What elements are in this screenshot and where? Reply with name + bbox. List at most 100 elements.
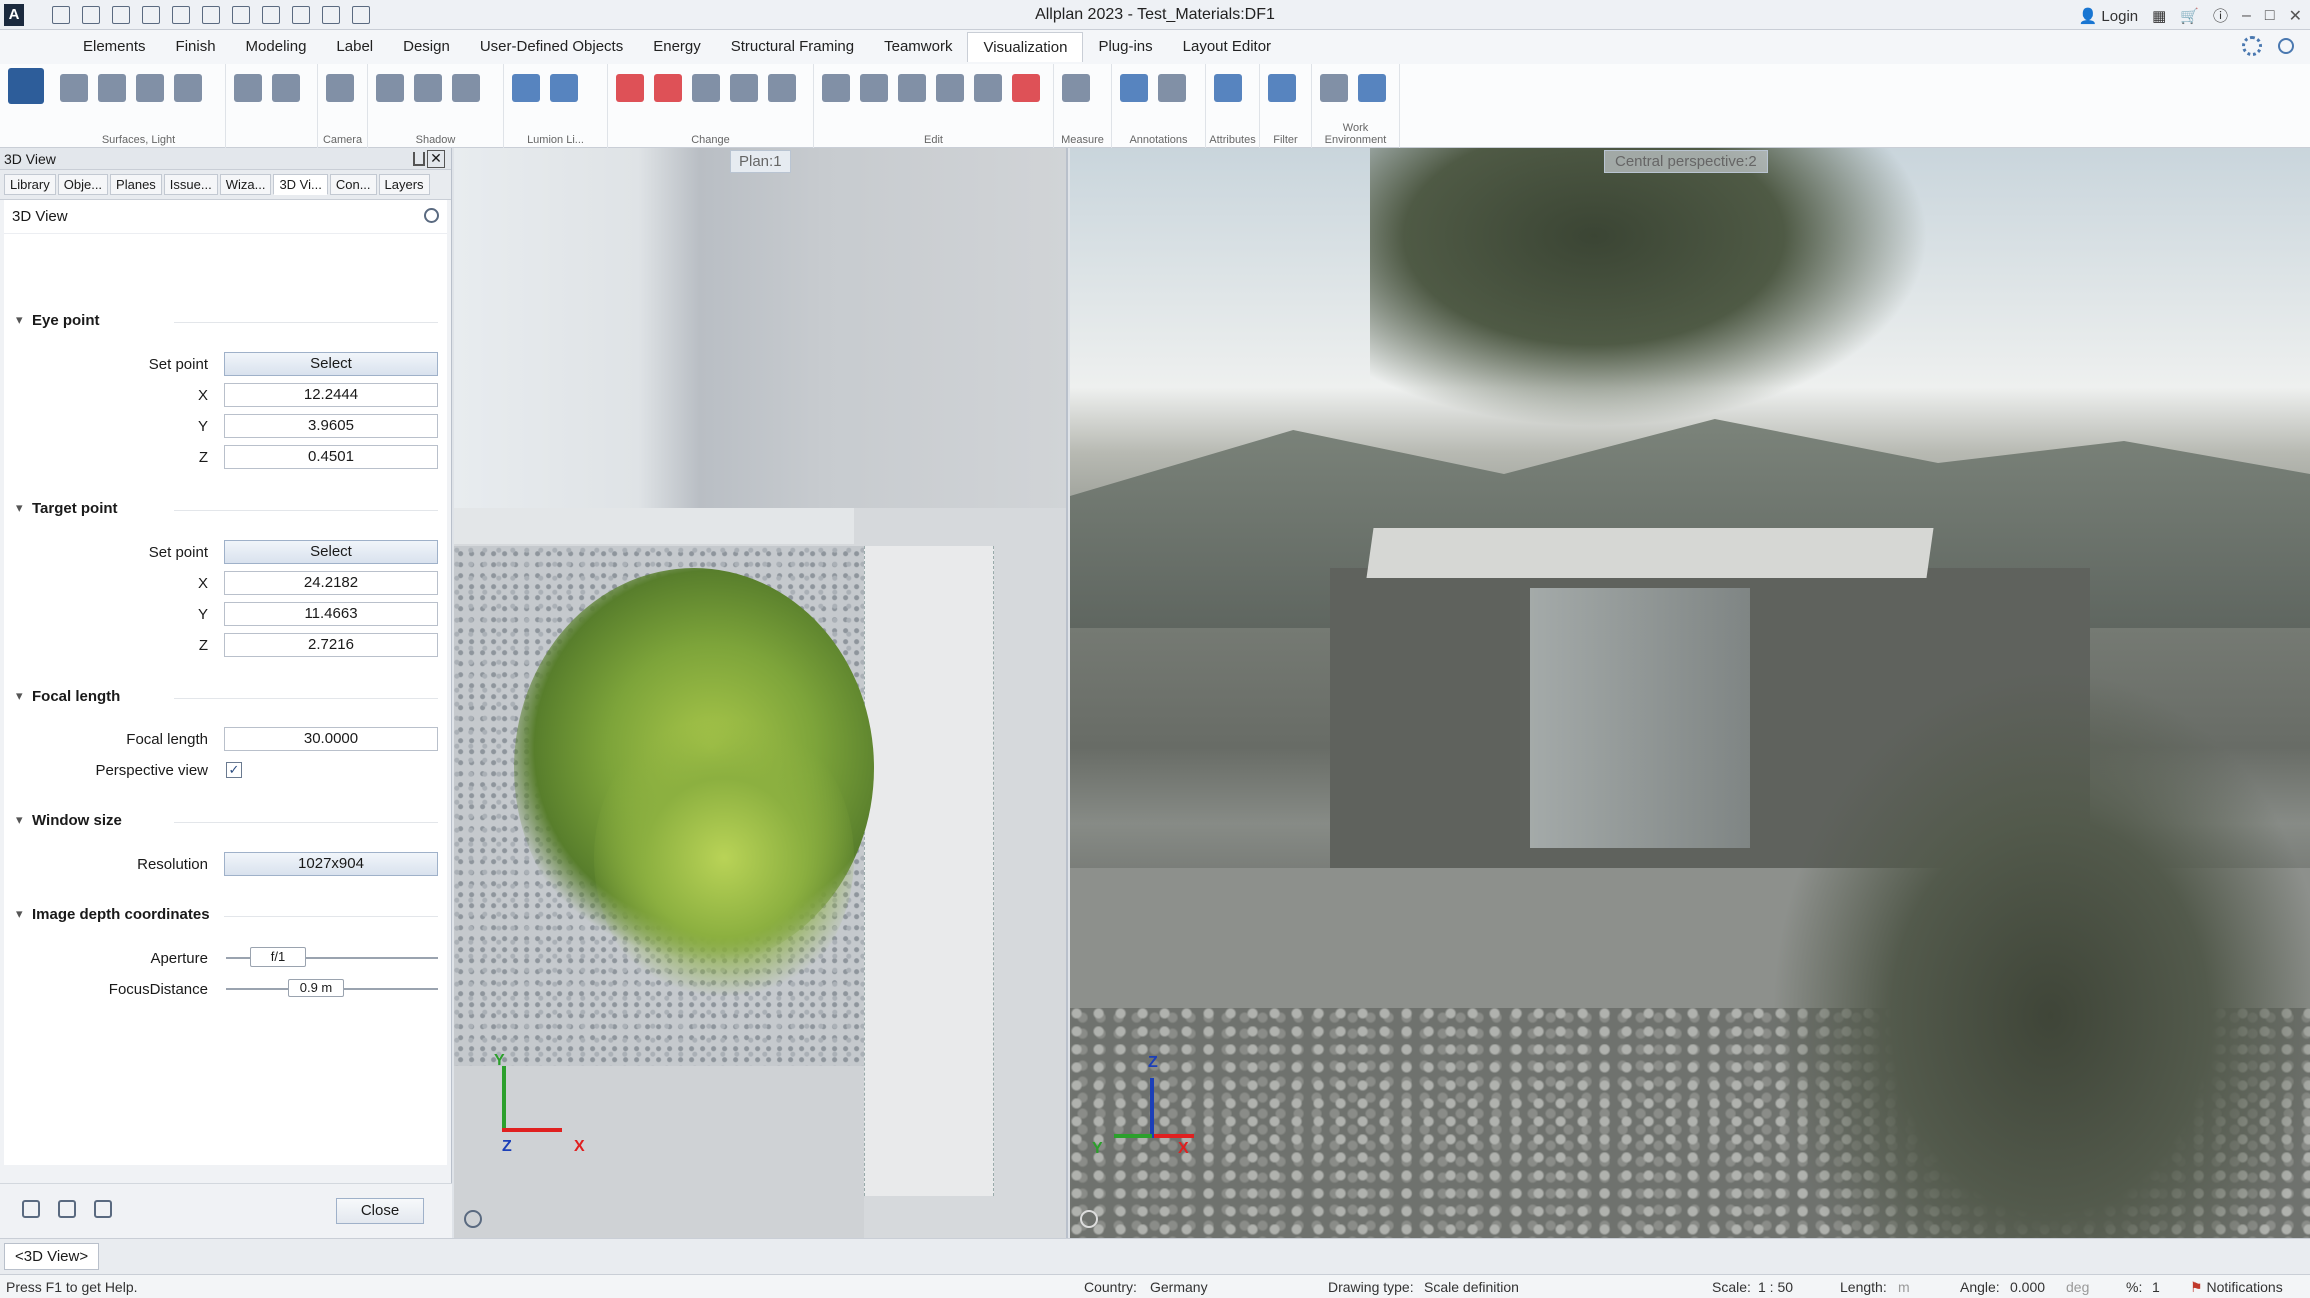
perspective-view-checkbox[interactable]: ✓ xyxy=(226,762,242,778)
perspective-viewport[interactable]: Central perspective:2 Z X Y xyxy=(1070,148,2310,1238)
persp-navigation-icon[interactable] xyxy=(1080,1210,1098,1228)
scale-icon[interactable] xyxy=(974,74,1002,102)
section-image-depth[interactable]: Image depth coordinates xyxy=(4,906,448,923)
light-icon[interactable] xyxy=(234,74,262,102)
tab-elements[interactable]: Elements xyxy=(68,32,161,62)
plan-viewport[interactable]: Plan:1 Z X Y xyxy=(454,148,1068,1238)
mirror-icon[interactable] xyxy=(936,74,964,102)
tab-label[interactable]: Label xyxy=(321,32,388,62)
eye-y-field[interactable]: 3.9605 xyxy=(224,414,438,438)
texture-icon[interactable] xyxy=(136,74,164,102)
focal-length-field[interactable]: 30.0000 xyxy=(224,727,438,751)
help-icon[interactable]: ⓘ xyxy=(2213,5,2228,26)
notifications-button[interactable]: ⚑ Notifications xyxy=(2190,1279,2283,1296)
layout-tab-3d-view[interactable]: <3D View> xyxy=(4,1243,100,1270)
minimize-button[interactable]: – xyxy=(2242,7,2251,25)
tab-teamwork[interactable]: Teamwork xyxy=(869,32,967,62)
tab-plug-ins[interactable]: Plug-ins xyxy=(1083,32,1167,62)
tab-structural-framing[interactable]: Structural Framing xyxy=(716,32,869,62)
eye-x-field[interactable]: 12.2444 xyxy=(224,383,438,407)
eye-select-button[interactable]: Select xyxy=(224,352,438,376)
status-angle-unit[interactable]: deg xyxy=(2066,1279,2089,1295)
status-percent[interactable]: 1 xyxy=(2152,1279,2160,1295)
tab-visualization[interactable]: Visualization xyxy=(967,32,1084,62)
status-angle[interactable]: 0.000 xyxy=(2010,1279,2045,1295)
tab-layout-editor[interactable]: Layout Editor xyxy=(1168,32,1286,62)
target-z-field[interactable]: 2.7216 xyxy=(224,633,438,657)
settings-gear-icon[interactable] xyxy=(2242,36,2262,56)
main-menu-button[interactable] xyxy=(6,68,46,128)
target-x-field[interactable]: 24.2182 xyxy=(224,571,438,595)
target-y-field[interactable]: 11.4663 xyxy=(224,602,438,626)
target-select-button[interactable]: Select xyxy=(224,540,438,564)
tab-planes[interactable]: Planes xyxy=(110,174,162,195)
ribbon-search-icon[interactable] xyxy=(2278,38,2294,54)
transfer-icon[interactable] xyxy=(58,1200,76,1218)
delete-icon[interactable] xyxy=(1012,74,1040,102)
eye-z-field[interactable]: 0.4501 xyxy=(224,445,438,469)
pin-icon[interactable] xyxy=(413,152,425,166)
stretch-icon[interactable] xyxy=(692,74,720,102)
tab-layers[interactable]: Layers xyxy=(378,174,430,195)
sunlight-icon[interactable] xyxy=(414,74,442,102)
shadow-icon[interactable] xyxy=(376,74,404,102)
split-icon[interactable] xyxy=(768,74,796,102)
grid-icon[interactable]: ▦ xyxy=(2152,7,2166,25)
login-link[interactable]: 👤 Login xyxy=(2079,7,2139,25)
workspace-icon[interactable] xyxy=(1320,74,1348,102)
aperture-slider-thumb[interactable]: f/1 xyxy=(250,947,306,967)
tab-modeling[interactable]: Modeling xyxy=(231,32,322,62)
attributes-icon[interactable] xyxy=(1214,74,1242,102)
plan-navigation-icon[interactable] xyxy=(464,1210,482,1228)
tab-finish[interactable]: Finish xyxy=(161,32,231,62)
polyline-icon[interactable] xyxy=(730,74,758,102)
material-icon[interactable] xyxy=(98,74,126,102)
snap-icon[interactable] xyxy=(1358,74,1386,102)
maximize-button[interactable]: □ xyxy=(2265,7,2275,25)
note-icon[interactable] xyxy=(1158,74,1186,102)
status-drawing-type[interactable]: Scale definition xyxy=(1424,1279,1519,1295)
tab-library[interactable]: Library xyxy=(4,174,56,195)
focus-distance-slider[interactable]: 0.9 m xyxy=(226,979,438,997)
section-target-point[interactable]: Target point xyxy=(4,500,448,517)
favorite-icon[interactable] xyxy=(94,1200,112,1218)
copy-tool-icon[interactable] xyxy=(822,74,850,102)
section-eye-point[interactable]: Eye point xyxy=(4,312,448,329)
render-icon[interactable] xyxy=(174,74,202,102)
tab-3d-view[interactable]: 3D Vi... xyxy=(273,174,328,195)
measure-icon[interactable] xyxy=(1062,74,1090,102)
focus-distance-slider-thumb[interactable]: 0.9 m xyxy=(288,979,344,997)
cart-icon[interactable]: 🛒 xyxy=(2180,7,2199,25)
close-panel-icon[interactable]: ✕ xyxy=(427,150,445,168)
play-icon[interactable] xyxy=(550,74,578,102)
section-window-size[interactable]: Window size xyxy=(4,812,448,829)
rotate-icon[interactable] xyxy=(898,74,926,102)
resolution-button[interactable]: 1027x904 xyxy=(224,852,438,876)
shadow-analysis-icon[interactable] xyxy=(452,74,480,102)
status-length-unit[interactable]: m xyxy=(1898,1279,1910,1295)
sun-icon[interactable] xyxy=(272,74,300,102)
filter-icon[interactable] xyxy=(1268,74,1296,102)
close-button[interactable]: Close xyxy=(336,1198,424,1224)
tab-user-defined-objects[interactable]: User-Defined Objects xyxy=(465,32,638,62)
eraser-icon[interactable] xyxy=(616,74,644,102)
search-icon[interactable] xyxy=(424,208,439,223)
camera-icon[interactable] xyxy=(326,74,354,102)
pencil-icon[interactable] xyxy=(22,1200,40,1218)
modify-icon[interactable] xyxy=(654,74,682,102)
move-icon[interactable] xyxy=(860,74,888,102)
tab-energy[interactable]: Energy xyxy=(638,32,716,62)
tab-connect[interactable]: Con... xyxy=(329,174,377,195)
tab-design[interactable]: Design xyxy=(388,32,465,62)
tab-wizards[interactable]: Wiza... xyxy=(219,174,272,195)
lumion-icon[interactable] xyxy=(512,74,540,102)
tab-objects[interactable]: Obje... xyxy=(57,174,109,195)
close-window-button[interactable]: ✕ xyxy=(2289,6,2302,26)
status-scale[interactable]: 1 : 50 xyxy=(1758,1279,1793,1295)
section-focal-length[interactable]: Focal length xyxy=(4,688,448,705)
tab-issues[interactable]: Issue... xyxy=(163,174,218,195)
text-icon[interactable] xyxy=(1120,74,1148,102)
status-country[interactable]: Germany xyxy=(1150,1279,1208,1295)
surface-icon[interactable] xyxy=(60,74,88,102)
aperture-slider[interactable]: f/1 xyxy=(226,947,438,967)
